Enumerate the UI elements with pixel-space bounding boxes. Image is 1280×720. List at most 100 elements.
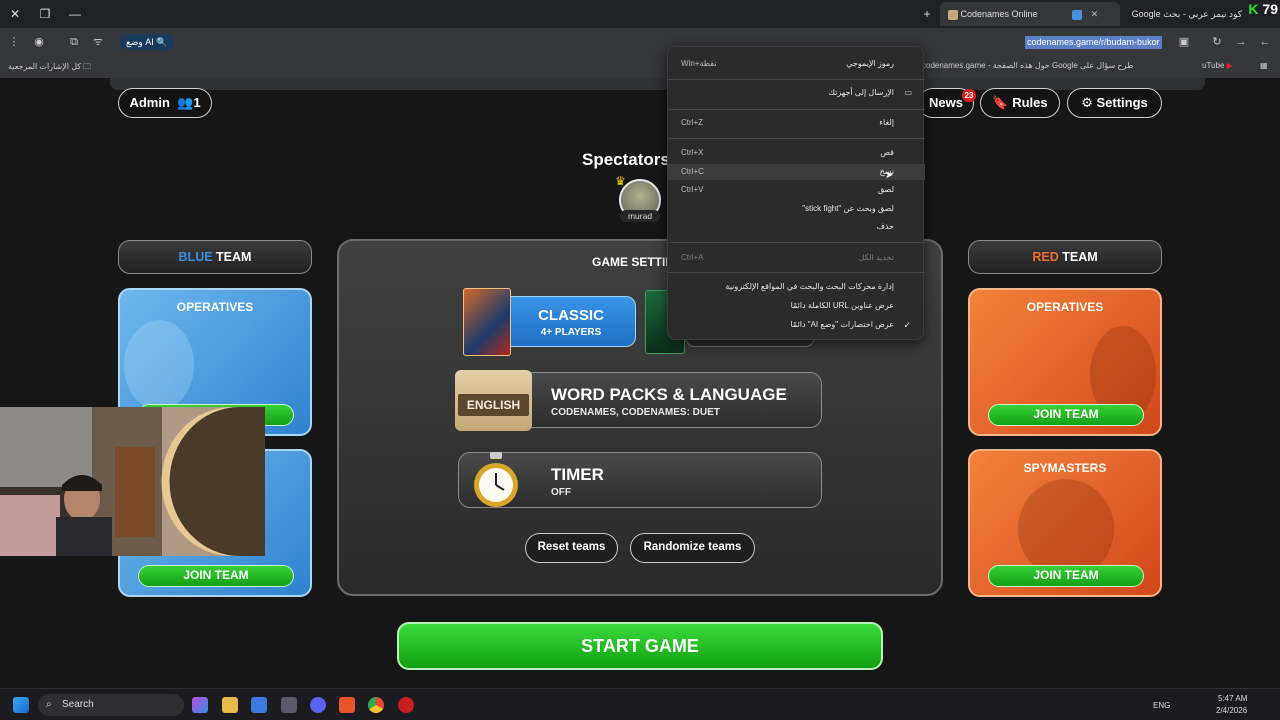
menu-item-undo[interactable]: إلغاء Ctrl+Z [668, 115, 925, 131]
blue-operatives-title: OPERATIVES [176, 300, 254, 314]
blue-team-header: BLUE TEAM [118, 240, 312, 274]
obs-icon[interactable] [398, 697, 414, 713]
extensions-icon[interactable]: ⧉ [66, 34, 82, 50]
menu-item-manage-search-engines[interactable]: إدارة محركات البحث والبحث في المواقع الإ… [668, 279, 925, 295]
forward-icon[interactable]: → [1233, 34, 1249, 50]
language-badge: ENGLISH [458, 394, 529, 416]
gear-icon: ⚙ [1081, 95, 1093, 110]
randomize-teams-button[interactable]: Randomize teams [630, 533, 755, 563]
codenames-box-art [463, 288, 511, 356]
new-tab-icon[interactable]: + [918, 5, 936, 23]
mode-players: 4+ PLAYERS [540, 327, 602, 338]
language-box-icon: ENGLISH [455, 370, 532, 431]
minimize-window-icon[interactable]: — [66, 5, 84, 23]
menu-item-cut[interactable]: قص Ctrl+X [668, 145, 925, 161]
menu-item-emoji[interactable]: رموز الإيموجي Win+نقطة [668, 56, 925, 72]
context-menu: رموز الإيموجي Win+نقطة ▭ الإرسال إلى أجه… [667, 46, 925, 340]
admin-button[interactable]: Admin 👥1 [118, 88, 212, 118]
news-count-badge: 23 [962, 89, 976, 102]
menu-divider [668, 79, 925, 80]
menu-item-paste[interactable]: لصق Ctrl+V [668, 182, 925, 198]
windows-taskbar: ⌕ Search ENG 5:47 AM 2/4/2026 [0, 688, 1280, 720]
menu-item-select-all[interactable]: تحديد الكل Ctrl+A [668, 250, 925, 266]
timer-value: OFF [551, 487, 571, 498]
reset-teams-button[interactable]: Reset teams [525, 533, 618, 563]
blue-spymasters-join-button[interactable]: JOIN TEAM [138, 565, 294, 587]
start-game-button[interactable]: START GAME [397, 622, 883, 670]
webcam-overlay [0, 407, 265, 556]
clock-time[interactable]: 5:47 AM [1218, 694, 1247, 703]
menu-item-delete[interactable]: حذف [668, 219, 925, 235]
wifi-icon[interactable]: ᯤ [90, 34, 106, 50]
browser-tab-bar: ✕ ❐ — + Codenames Online ✕ كود نيمز عربي… [0, 0, 1280, 28]
spectator-name: murad [620, 210, 660, 222]
spectators-title: Spectators [582, 150, 670, 169]
webcam-feed [0, 407, 265, 556]
red-operatives-join-button[interactable]: JOIN TEAM [988, 404, 1144, 426]
operative-portrait [124, 320, 194, 410]
back-icon[interactable]: ← [1257, 34, 1273, 50]
codenames-favicon [948, 9, 958, 20]
menu-item-paste-and-search[interactable]: لصق وبحث عن "stick fight" [668, 201, 925, 217]
input-language[interactable]: ENG [1153, 701, 1170, 710]
rules-button[interactable]: 🔖 Rules [980, 88, 1060, 118]
profile-icon[interactable]: ◉ [31, 34, 47, 50]
ai-mode-chip[interactable]: وضع AI 🔍 [120, 34, 174, 50]
bookmarks-bar: كل الإشارات المرجعية 🗀 طرح سؤال على Goog… [0, 56, 1280, 78]
google-ask-page[interactable]: طرح سؤال على Google حول هذه الصفحة - cod… [922, 61, 1133, 70]
timer-title: TIMER [551, 465, 604, 484]
crown-icon: ♛ [615, 174, 626, 188]
copilot-icon[interactable] [192, 697, 208, 713]
menu-divider [668, 242, 925, 243]
red-operatives-title: OPERATIVES [1026, 300, 1104, 314]
brave-icon[interactable] [339, 697, 355, 713]
menu-divider [668, 138, 925, 139]
youtube-bookmark[interactable]: uTube ▶ [1202, 61, 1233, 70]
menu-item-show-ai-shortcuts[interactable]: ✓ عرض اختصارات "وضع AI" دائمًا [668, 317, 925, 333]
menu-dots-icon[interactable]: ⋮ [6, 34, 22, 50]
windows-start-icon[interactable] [13, 697, 29, 713]
menu-divider [668, 272, 925, 273]
devices-icon: ▭ [904, 88, 912, 97]
word-packs-title: WORD PACKS & LANGUAGE [551, 385, 787, 404]
red-spymasters-card: SPYMASTERS JOIN TEAM [968, 449, 1162, 597]
tab-google-search[interactable]: كود نيمز عربي - بحث Google [1125, 2, 1250, 26]
bookmark-icon: 🔖 [992, 95, 1009, 110]
search-icon: ⌕ [46, 699, 52, 710]
tab-codenames[interactable]: Codenames Online ✕ [940, 2, 1120, 26]
mouse-cursor-icon: ➤ [885, 170, 894, 181]
players-icon: 👥 [173, 95, 194, 110]
menu-item-send-to-devices[interactable]: ▭ الإرسال إلى أجهزتك [668, 85, 925, 101]
close-window-icon[interactable]: ✕ [6, 5, 24, 23]
lens-icon[interactable]: ▣ [1176, 34, 1192, 50]
taskbar-search[interactable]: ⌕ Search [38, 694, 184, 716]
apps-grid-icon[interactable]: ▦ [1260, 61, 1268, 70]
tab-title: كود نيمز عربي - بحث Google [1131, 9, 1242, 19]
tab-close-icon[interactable]: ✕ [1091, 2, 1099, 26]
restore-window-icon[interactable]: ❐ [36, 5, 54, 23]
check-icon: ✓ [903, 320, 911, 330]
store-icon[interactable] [251, 697, 267, 713]
stopwatch-icon [474, 452, 518, 507]
word-packs-sub: CODENAMES, CODENAMES: DUET [551, 407, 720, 418]
menu-divider [668, 109, 925, 110]
app-icon[interactable] [281, 697, 297, 713]
tab-icon [1072, 9, 1083, 20]
classic-mode-button[interactable]: CLASSIC 4+ PLAYERS [500, 296, 636, 347]
file-explorer-icon[interactable] [222, 697, 238, 713]
all-bookmarks[interactable]: كل الإشارات المرجعية 🗀 [8, 61, 91, 75]
discord-icon[interactable] [310, 697, 326, 713]
tab-title: Codenames Online [960, 9, 1038, 19]
chrome-icon[interactable] [368, 697, 384, 713]
settings-button[interactable]: ⚙ Settings [1067, 88, 1162, 118]
spymaster-portrait [1018, 479, 1114, 579]
reload-icon[interactable]: ↻ [1209, 34, 1225, 50]
menu-item-show-full-urls[interactable]: عرض عناوين URL الكاملة دائمًا [668, 298, 925, 314]
red-operatives-card: OPERATIVES JOIN TEAM [968, 288, 1162, 436]
red-team-header: RED TEAM [968, 240, 1162, 274]
score-badge: K 79 [1248, 1, 1278, 17]
red-spymasters-join-button[interactable]: JOIN TEAM [988, 565, 1144, 587]
clock-date[interactable]: 2/4/2026 [1216, 706, 1247, 715]
address-bar[interactable]: codenames.game/r/budam-bukor [1025, 36, 1162, 49]
mode-name: CLASSIC [538, 307, 604, 324]
